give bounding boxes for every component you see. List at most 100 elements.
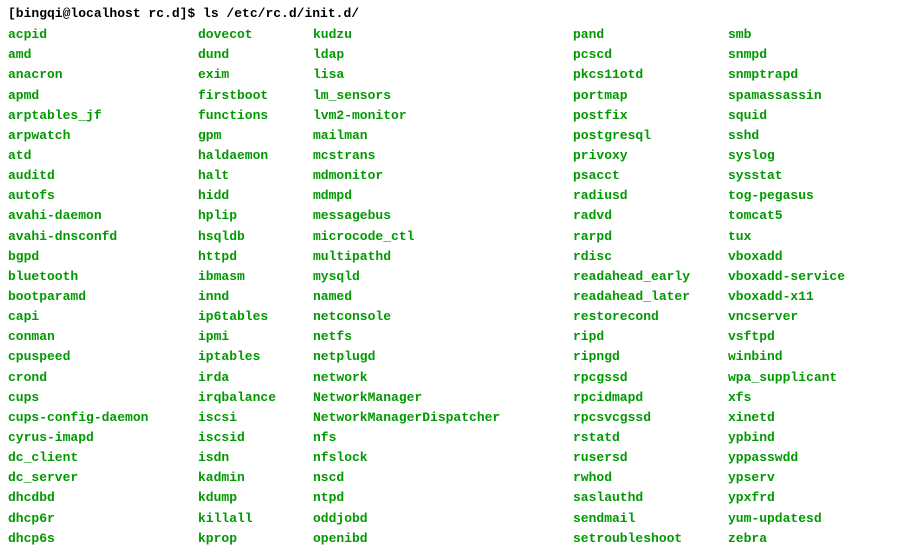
file-entry: radvd bbox=[573, 206, 728, 226]
prompt-text: [bingqi@localhost rc.d]$ ls /etc/rc.d/in… bbox=[8, 6, 359, 21]
file-entry: mysqld bbox=[313, 267, 573, 287]
file-entry: spamassassin bbox=[728, 86, 888, 106]
file-entry: netplugd bbox=[313, 347, 573, 367]
file-entry: tux bbox=[728, 227, 888, 247]
file-entry: firstboot bbox=[198, 86, 313, 106]
file-entry: auditd bbox=[8, 166, 198, 186]
file-entry: psacct bbox=[573, 166, 728, 186]
file-entry: conman bbox=[8, 327, 198, 347]
file-entry: postfix bbox=[573, 106, 728, 126]
file-entry: ripngd bbox=[573, 347, 728, 367]
file-entry: arpwatch bbox=[8, 126, 198, 146]
file-entry: lvm2-monitor bbox=[313, 106, 573, 126]
file-entry: rpcsvcgssd bbox=[573, 408, 728, 428]
file-entry: ypxfrd bbox=[728, 488, 888, 508]
file-entry: mdmpd bbox=[313, 186, 573, 206]
file-entry: microcode_ctl bbox=[313, 227, 573, 247]
file-entry: oddjobd bbox=[313, 509, 573, 529]
file-entry: vsftpd bbox=[728, 327, 888, 347]
file-entry: tog-pegasus bbox=[728, 186, 888, 206]
file-entry: dhcp6r bbox=[8, 509, 198, 529]
shell-prompt: [bingqi@localhost rc.d]$ ls /etc/rc.d/in… bbox=[8, 4, 906, 24]
file-entry: anacron bbox=[8, 65, 198, 85]
file-entry: vncserver bbox=[728, 307, 888, 327]
file-entry: isdn bbox=[198, 448, 313, 468]
file-entry: amd bbox=[8, 45, 198, 65]
file-entry: postgresql bbox=[573, 126, 728, 146]
file-entry: ypserv bbox=[728, 468, 888, 488]
file-entry: named bbox=[313, 287, 573, 307]
file-entry: NetworkManagerDispatcher bbox=[313, 408, 573, 428]
column-3: kudzuldaplisalm_sensorslvm2-monitormailm… bbox=[313, 25, 573, 549]
file-entry: ripd bbox=[573, 327, 728, 347]
file-entry: messagebus bbox=[313, 206, 573, 226]
file-entry: bluetooth bbox=[8, 267, 198, 287]
file-entry: iptables bbox=[198, 347, 313, 367]
file-entry: wpa_supplicant bbox=[728, 368, 888, 388]
file-entry: privoxy bbox=[573, 146, 728, 166]
file-entry: rarpd bbox=[573, 227, 728, 247]
file-entry: ipmi bbox=[198, 327, 313, 347]
file-entry: avahi-daemon bbox=[8, 206, 198, 226]
file-entry: cyrus-imapd bbox=[8, 428, 198, 448]
file-entry: hidd bbox=[198, 186, 313, 206]
file-entry: kdump bbox=[198, 488, 313, 508]
file-entry: snmpd bbox=[728, 45, 888, 65]
file-entry: cpuspeed bbox=[8, 347, 198, 367]
file-entry: yum-updatesd bbox=[728, 509, 888, 529]
file-entry: sendmail bbox=[573, 509, 728, 529]
file-entry: lm_sensors bbox=[313, 86, 573, 106]
file-entry: ibmasm bbox=[198, 267, 313, 287]
file-entry: irda bbox=[198, 368, 313, 388]
file-entry: iscsi bbox=[198, 408, 313, 428]
ls-output: acpidamdanacronapmdarptables_jfarpwatcha… bbox=[8, 25, 906, 549]
file-entry: tomcat5 bbox=[728, 206, 888, 226]
file-entry: restorecond bbox=[573, 307, 728, 327]
file-entry: dc_client bbox=[8, 448, 198, 468]
file-entry: mcstrans bbox=[313, 146, 573, 166]
file-entry: vboxadd bbox=[728, 247, 888, 267]
file-entry: nscd bbox=[313, 468, 573, 488]
file-entry: haldaemon bbox=[198, 146, 313, 166]
file-entry: netconsole bbox=[313, 307, 573, 327]
file-entry: sshd bbox=[728, 126, 888, 146]
file-entry: cups-config-daemon bbox=[8, 408, 198, 428]
file-entry: kadmin bbox=[198, 468, 313, 488]
file-entry: snmptrapd bbox=[728, 65, 888, 85]
file-entry: sysstat bbox=[728, 166, 888, 186]
column-1: acpidamdanacronapmdarptables_jfarpwatcha… bbox=[8, 25, 198, 549]
file-entry: rusersd bbox=[573, 448, 728, 468]
file-entry: bgpd bbox=[8, 247, 198, 267]
file-entry: readahead_later bbox=[573, 287, 728, 307]
file-entry: dhcdbd bbox=[8, 488, 198, 508]
file-entry: netfs bbox=[313, 327, 573, 347]
file-entry: saslauthd bbox=[573, 488, 728, 508]
file-entry: portmap bbox=[573, 86, 728, 106]
file-entry: squid bbox=[728, 106, 888, 126]
file-entry: vboxadd-service bbox=[728, 267, 888, 287]
file-entry: winbind bbox=[728, 347, 888, 367]
file-entry: lisa bbox=[313, 65, 573, 85]
file-entry: ip6tables bbox=[198, 307, 313, 327]
file-entry: yppasswdd bbox=[728, 448, 888, 468]
file-entry: iscsid bbox=[198, 428, 313, 448]
file-entry: syslog bbox=[728, 146, 888, 166]
file-entry: ntpd bbox=[313, 488, 573, 508]
file-entry: xfs bbox=[728, 388, 888, 408]
file-entry: vboxadd-x11 bbox=[728, 287, 888, 307]
file-entry: autofs bbox=[8, 186, 198, 206]
file-entry: dovecot bbox=[198, 25, 313, 45]
file-entry: halt bbox=[198, 166, 313, 186]
file-entry: httpd bbox=[198, 247, 313, 267]
column-4: pandpcscdpkcs11otdportmappostfixpostgres… bbox=[573, 25, 728, 549]
file-entry: multipathd bbox=[313, 247, 573, 267]
file-entry: mailman bbox=[313, 126, 573, 146]
file-entry: crond bbox=[8, 368, 198, 388]
file-entry: atd bbox=[8, 146, 198, 166]
file-entry: hsqldb bbox=[198, 227, 313, 247]
file-entry: arptables_jf bbox=[8, 106, 198, 126]
file-entry: rdisc bbox=[573, 247, 728, 267]
file-entry: NetworkManager bbox=[313, 388, 573, 408]
file-entry: apmd bbox=[8, 86, 198, 106]
file-entry: nfs bbox=[313, 428, 573, 448]
